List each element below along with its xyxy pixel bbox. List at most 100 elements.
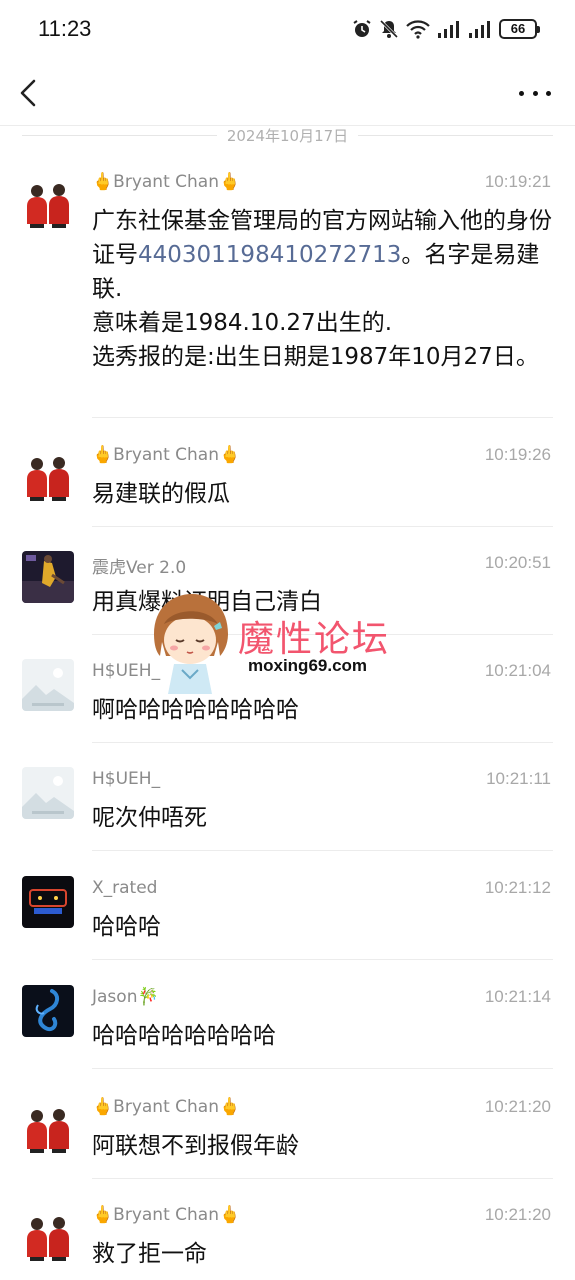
message-item[interactable]: 🖕Bryant Chan🖕 10:19:21 广东社保基金管理局的官方网站输入他… bbox=[0, 170, 575, 418]
two-people-red-avatar[interactable] bbox=[22, 1211, 74, 1263]
id-number-link[interactable]: 440301198410272713 bbox=[138, 242, 401, 268]
message-text: 易建联的假瓜 bbox=[92, 481, 230, 507]
message-separator bbox=[92, 1068, 553, 1069]
finger-emoji: 🖕 bbox=[218, 1097, 241, 1117]
more-dot bbox=[532, 90, 538, 96]
message-item[interactable]: 🖕Bryant Chan🖕 10:21:20 救了拒一命 bbox=[0, 1203, 575, 1280]
finger-emoji: 🖕 bbox=[218, 1205, 241, 1225]
finger-emoji: 🖕 bbox=[92, 1097, 114, 1117]
message-item[interactable]: H$UEH_ 10:21:11 呢次仲唔死 bbox=[0, 767, 575, 851]
placeholder-image-avatar[interactable] bbox=[22, 767, 74, 819]
finger-emoji: 🖕 bbox=[218, 172, 241, 192]
message-separator bbox=[92, 959, 553, 960]
bamboo-emoji: 🎋 bbox=[137, 987, 159, 1007]
finger-emoji: 🖕 bbox=[218, 445, 241, 465]
status-icons: 66 bbox=[352, 19, 540, 39]
message-item[interactable]: 🖕Bryant Chan🖕 10:21:20 阿联想不到报假年龄 bbox=[0, 1095, 575, 1179]
message-item[interactable]: 🖕Bryant Chan🖕 10:19:26 易建联的假瓜 bbox=[0, 443, 575, 527]
watermark: 魔性论坛 moxing69.com bbox=[140, 590, 430, 700]
message-separator bbox=[92, 526, 553, 527]
sender-name[interactable]: 🖕Bryant Chan🖕 bbox=[92, 1205, 240, 1225]
neon-sign-avatar[interactable] bbox=[22, 876, 74, 928]
message-text: 广东社保基金管理局的官方网站输入他的身份证号440301198410272713… bbox=[92, 204, 557, 374]
message-header: 🖕Bryant Chan🖕 10:19:21 bbox=[92, 170, 553, 196]
sender-name[interactable]: 🖕Bryant Chan🖕 bbox=[92, 1097, 240, 1117]
message-time: 10:21:20 bbox=[484, 1205, 551, 1224]
more-dots-icon bbox=[519, 90, 524, 96]
message-line: 意味着是1984.10.27出生的. bbox=[92, 310, 392, 336]
message-time: 10:21:14 bbox=[484, 987, 551, 1006]
basketball-player-avatar[interactable] bbox=[22, 551, 74, 603]
more-dot bbox=[546, 90, 551, 96]
message-header: 🖕Bryant Chan🖕 10:21:20 bbox=[92, 1095, 553, 1121]
message-text: 哈哈哈哈哈哈哈哈 bbox=[92, 1023, 276, 1049]
battery-icon: 66 bbox=[499, 19, 540, 39]
sender-name-text: Jason bbox=[92, 987, 138, 1007]
sender-name[interactable]: X_rated bbox=[92, 878, 157, 898]
message-header: 🖕Bryant Chan🖕 10:19:26 bbox=[92, 443, 553, 469]
message-header: X_rated 10:21:12 bbox=[92, 876, 553, 902]
message-time: 10:21:11 bbox=[486, 769, 551, 788]
signal-icon bbox=[469, 21, 490, 38]
finger-emoji: 🖕 bbox=[92, 445, 114, 465]
date-divider: 2024年10月17日 bbox=[22, 124, 554, 146]
message-text: 阿联想不到报假年龄 bbox=[92, 1133, 299, 1159]
back-button[interactable] bbox=[16, 78, 42, 108]
message-text: 救了拒一命 bbox=[92, 1241, 207, 1267]
two-people-red-avatar[interactable] bbox=[22, 1103, 74, 1155]
sender-name[interactable]: H$UEH_ bbox=[92, 769, 160, 789]
message-time: 10:21:04 bbox=[484, 661, 551, 680]
message-header: 🖕Bryant Chan🖕 10:21:20 bbox=[92, 1203, 553, 1229]
message-text: 呢次仲唔死 bbox=[92, 805, 207, 831]
sender-name-text: X_rated bbox=[92, 878, 158, 898]
wifi-icon bbox=[406, 20, 430, 39]
two-people-red-avatar[interactable] bbox=[22, 451, 74, 503]
message-time: 10:19:26 bbox=[484, 445, 551, 464]
sender-name[interactable]: Jason🎋 bbox=[92, 987, 159, 1007]
message-time: 10:21:12 bbox=[484, 878, 551, 897]
message-header: 震虎Ver 2.0 10:20:51 bbox=[92, 551, 553, 578]
message-time: 10:20:51 bbox=[484, 553, 551, 572]
watermark-url: moxing69.com bbox=[248, 656, 368, 675]
divider-line bbox=[358, 134, 554, 136]
sender-name-text: H$UEH_ bbox=[92, 769, 161, 789]
sender-name-text: Bryant Chan bbox=[113, 172, 219, 192]
signal-icon bbox=[438, 21, 459, 38]
placeholder-image-avatar[interactable] bbox=[22, 659, 74, 711]
watermark-title: 魔性论坛 bbox=[238, 619, 391, 660]
alarm-icon bbox=[353, 20, 371, 37]
message-item[interactable]: Jason🎋 10:21:14 哈哈哈哈哈哈哈哈 bbox=[0, 985, 575, 1069]
message-time: 10:19:21 bbox=[484, 172, 551, 191]
chevron-left-icon bbox=[20, 79, 36, 107]
message-line: 选秀报的是:出生日期是1987年10月27日。 bbox=[92, 344, 539, 370]
message-header: Jason🎋 10:21:14 bbox=[92, 985, 553, 1011]
message-separator bbox=[92, 417, 553, 418]
status-time: 11:23 bbox=[38, 16, 92, 41]
sender-name-text: 震虎Ver 2.0 bbox=[92, 558, 187, 578]
sender-name[interactable]: 震虎Ver 2.0 bbox=[92, 553, 186, 578]
sender-name-text: Bryant Chan bbox=[113, 1097, 219, 1117]
status-bar: 11:23 66 bbox=[0, 0, 575, 60]
cartoon-girl-mascot bbox=[154, 594, 228, 694]
sender-name-text: Bryant Chan bbox=[113, 1205, 219, 1225]
finger-emoji: 🖕 bbox=[92, 172, 114, 192]
message-separator bbox=[92, 742, 553, 743]
sender-name[interactable]: 🖕Bryant Chan🖕 bbox=[92, 445, 240, 465]
sender-name[interactable]: 🖕Bryant Chan🖕 bbox=[92, 172, 240, 192]
message-item[interactable]: X_rated 10:21:12 哈哈哈 bbox=[0, 876, 575, 960]
more-button[interactable] bbox=[519, 82, 551, 104]
blue-swirl-avatar[interactable] bbox=[22, 985, 74, 1037]
two-people-red-avatar[interactable] bbox=[22, 178, 74, 230]
nav-bar bbox=[0, 60, 575, 126]
finger-emoji: 🖕 bbox=[92, 1205, 114, 1225]
message-separator bbox=[92, 1178, 553, 1179]
message-separator bbox=[92, 850, 553, 851]
message-line: 广东社保基金管理局的官方网站输入他的身份证号440301198410272713… bbox=[92, 204, 557, 306]
divider-line bbox=[22, 134, 217, 136]
message-time: 10:21:20 bbox=[484, 1097, 551, 1116]
sender-name-text: Bryant Chan bbox=[113, 445, 219, 465]
message-text: 哈哈哈 bbox=[92, 914, 161, 940]
mute-icon bbox=[379, 19, 399, 39]
date-divider-text: 2024年10月17日 bbox=[226, 126, 349, 145]
message-header: H$UEH_ 10:21:11 bbox=[92, 767, 553, 793]
